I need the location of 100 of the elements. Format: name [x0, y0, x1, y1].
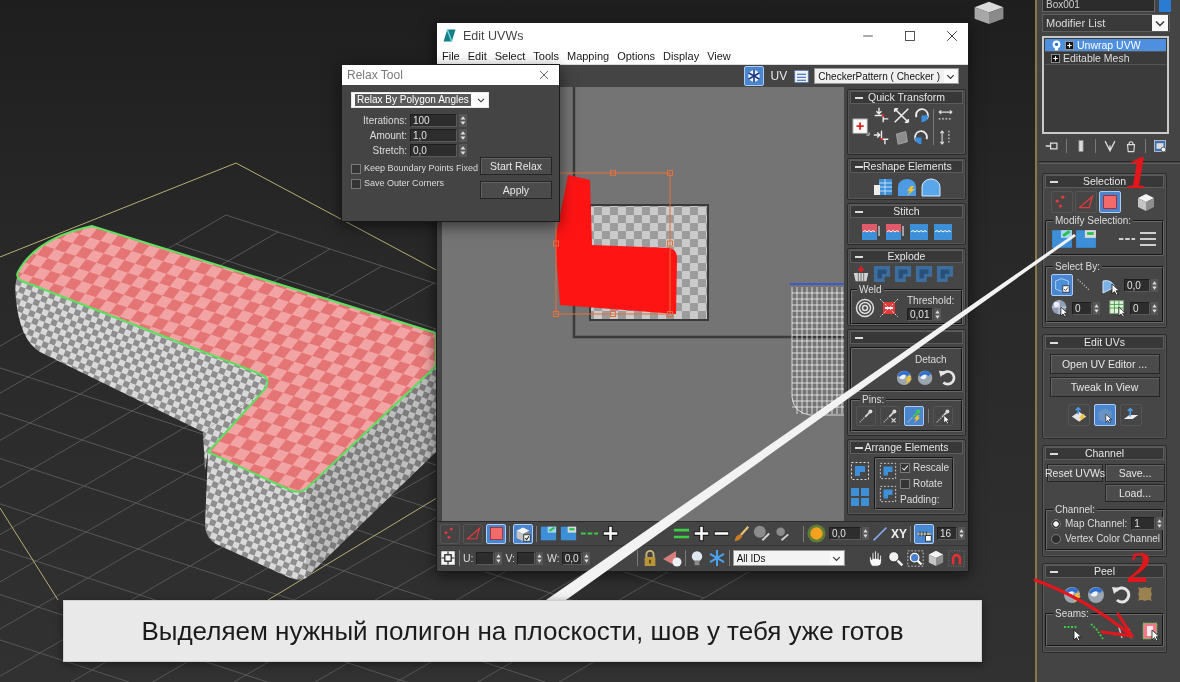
- number-field[interactable]: 0,0: [410, 144, 457, 157]
- rotate-arrow-icon[interactable]: [913, 107, 930, 124]
- sphere-lightning-icon[interactable]: [896, 368, 914, 386]
- spinner-arrows-icon[interactable]: [1151, 278, 1158, 292]
- rotate-arrow-icon[interactable]: [913, 129, 930, 146]
- coordinate-field[interactable]: 0,0: [561, 551, 582, 565]
- radio-button[interactable]: [1051, 533, 1061, 544]
- list-icon[interactable]: [794, 68, 810, 84]
- spinner-arrows-icon[interactable]: [582, 551, 590, 565]
- threshold-field[interactable]: 0,01: [907, 308, 933, 321]
- face-mode-button[interactable]: [486, 523, 506, 544]
- coordinate-field[interactable]: [475, 551, 494, 565]
- shrink-selection-icon[interactable]: [1075, 228, 1097, 250]
- framed-panel-icon[interactable]: [1153, 139, 1167, 153]
- falloff-field[interactable]: 0,0: [829, 527, 861, 540]
- paint-brush-icon[interactable]: [733, 525, 750, 542]
- brush-toggle-button[interactable]: [914, 523, 934, 544]
- sphere-brush-icon[interactable]: [753, 525, 770, 542]
- stitch-grid-icon[interactable]: [932, 222, 953, 242]
- modifier-stack-item[interactable]: Editable Mesh: [1045, 52, 1166, 65]
- maximize-icon[interactable]: [904, 29, 916, 42]
- zoom-icon[interactable]: [887, 549, 904, 567]
- concentric-rings-icon[interactable]: [855, 298, 875, 318]
- ringed-disc-icon[interactable]: [807, 524, 826, 543]
- menu-item[interactable]: File: [438, 50, 464, 62]
- basket-icon[interactable]: [852, 265, 870, 283]
- coordinate-field[interactable]: [517, 551, 536, 565]
- stitch-grid-icon[interactable]: [908, 222, 929, 242]
- cone-bulb-icon[interactable]: [661, 548, 682, 568]
- stitch-grid-icon[interactable]: [860, 222, 881, 242]
- object-name-field[interactable]: Box001: [1042, 0, 1155, 12]
- cross-target-icon[interactable]: [879, 298, 899, 318]
- rollout-header[interactable]: Edit UVs: [1045, 336, 1164, 349]
- pin-tool-button[interactable]: [933, 406, 953, 426]
- spinner-arrows-icon[interactable]: [958, 527, 965, 540]
- dialog-button[interactable]: Apply: [480, 181, 552, 199]
- rollout-header[interactable]: Stitch: [850, 205, 963, 218]
- radio-button[interactable]: [1051, 518, 1061, 529]
- menu-item[interactable]: Options: [613, 50, 660, 62]
- cube-icon[interactable]: [1136, 192, 1156, 212]
- angle-field[interactable]: 0,0: [1124, 278, 1150, 292]
- checkbox[interactable]: [351, 178, 361, 189]
- diagonal-line-icon[interactable]: [872, 525, 888, 542]
- align-arrow-icon[interactable]: [873, 129, 890, 146]
- close-icon[interactable]: [539, 70, 549, 80]
- material-id-field[interactable]: 0: [1072, 301, 1092, 315]
- edit-uv-tool-button[interactable]: [1119, 404, 1142, 426]
- sphere-icon[interactable]: [917, 368, 935, 386]
- checker-toggle-button[interactable]: [743, 66, 764, 86]
- cube-icon[interactable]: [927, 549, 945, 567]
- spinner-arrows-icon[interactable]: [1156, 517, 1164, 530]
- pin-tool-button[interactable]: [880, 406, 900, 426]
- close-icon[interactable]: [946, 29, 958, 42]
- diagonal-arrows-icon[interactable]: [893, 107, 910, 124]
- undo-arrow-icon[interactable]: [938, 368, 956, 386]
- plus-icon[interactable]: [693, 525, 710, 542]
- panel-button[interactable]: Load...: [1105, 484, 1165, 502]
- globe-cursor-icon[interactable]: [1051, 299, 1069, 317]
- dialog-button[interactable]: Start Relax: [480, 157, 552, 175]
- panel-button[interactable]: Open UV Editor ...: [1049, 354, 1160, 374]
- checkbox[interactable]: [900, 462, 910, 473]
- cross-square-icon[interactable]: [852, 117, 870, 136]
- checkbox[interactable]: [900, 478, 910, 489]
- texture-dropdown[interactable]: CheckerPattern ( Checker ): [814, 68, 959, 84]
- grid-cursor-icon[interactable]: [1109, 299, 1127, 317]
- frame-cursor-icon[interactable]: [1141, 621, 1161, 641]
- pin-tool-button[interactable]: [856, 406, 876, 426]
- edit-uv-tool-button[interactable]: [1067, 404, 1090, 426]
- grow-selection-icon[interactable]: [540, 525, 557, 542]
- menu-item[interactable]: Tools: [529, 50, 563, 62]
- dashed-square-icon[interactable]: [879, 485, 897, 503]
- smoothing-group-field[interactable]: 0: [1130, 301, 1150, 315]
- spinner-arrows-icon[interactable]: [862, 527, 869, 540]
- number-field[interactable]: 100: [410, 114, 457, 127]
- rollout-header[interactable]: Explode: [850, 250, 963, 263]
- menu-item[interactable]: Edit: [463, 50, 491, 62]
- target-square-icon[interactable]: [440, 550, 456, 566]
- menu-item[interactable]: Display: [659, 50, 704, 62]
- sphere-lightning-icon[interactable]: [1063, 584, 1083, 604]
- rollout-header[interactable]: Quick Transform: [850, 91, 963, 104]
- hand-icon[interactable]: [867, 549, 884, 567]
- spinner-arrows-icon[interactable]: [459, 129, 467, 142]
- rollout-header[interactable]: Arrange Elements: [850, 441, 963, 454]
- arch-icon[interactable]: [920, 177, 941, 197]
- dashed-square-icon[interactable]: [879, 462, 897, 480]
- plus-icon[interactable]: [602, 525, 619, 542]
- spinner-arrows-icon[interactable]: [536, 551, 544, 565]
- stitch-grid-icon[interactable]: [884, 222, 905, 242]
- bag-icon[interactable]: [1124, 139, 1138, 153]
- spinner-arrows-icon[interactable]: [459, 144, 467, 157]
- uv-button[interactable]: UV: [768, 69, 790, 83]
- stacked-tiles-icon[interactable]: [872, 177, 893, 197]
- menu-item[interactable]: Select: [490, 50, 530, 62]
- spinner-arrows-icon[interactable]: [1151, 301, 1158, 315]
- menu-item[interactable]: Mapping: [562, 50, 614, 62]
- spinner-arrows-icon[interactable]: [1093, 301, 1100, 315]
- panel-button[interactable]: Reset UVWs: [1047, 464, 1103, 482]
- object-color-swatch[interactable]: [1159, 0, 1171, 12]
- axis-button[interactable]: XY: [891, 526, 907, 541]
- shrink-selection-icon[interactable]: [560, 525, 577, 542]
